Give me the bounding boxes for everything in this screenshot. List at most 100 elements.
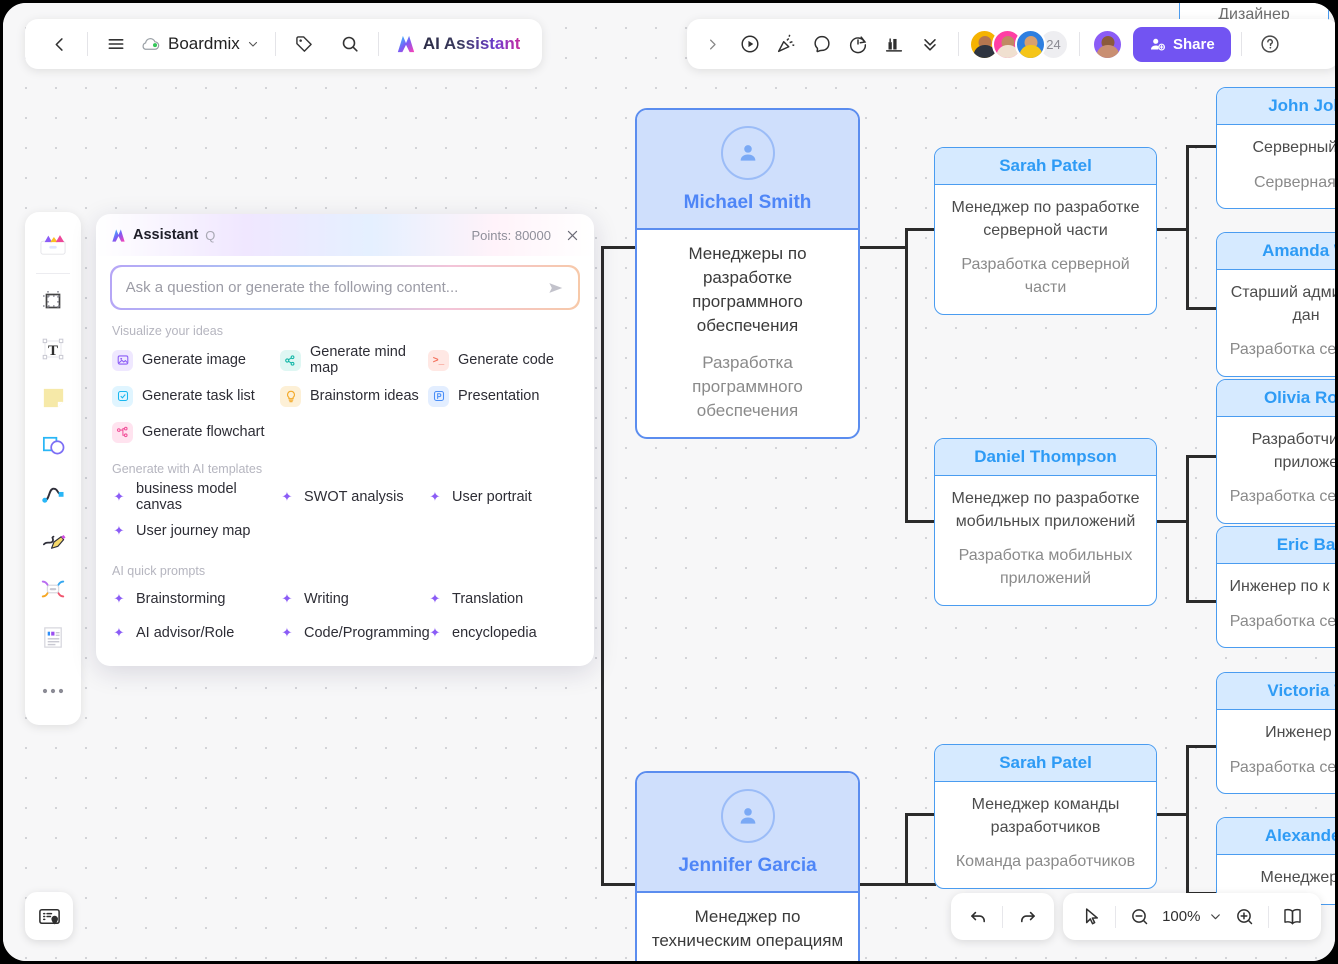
- question-circle-icon[interactable]: [1252, 26, 1288, 62]
- template-swot-analysis[interactable]: ✦ SWOT analysis: [280, 480, 428, 514]
- cursor-pointer-icon[interactable]: [1073, 898, 1110, 936]
- org-node-sarah-patel-dev[interactable]: Sarah Patel Менеджер команды разработчик…: [934, 744, 1157, 890]
- org-node-dept: Разработка се части: [1229, 758, 1337, 776]
- divider: [274, 32, 276, 56]
- hamburger-menu-icon[interactable]: [98, 26, 134, 62]
- prompt-writing[interactable]: ✦ Writing: [280, 582, 428, 616]
- sidebar-item-sticky-note[interactable]: [32, 375, 74, 419]
- avatar[interactable]: [1015, 28, 1046, 60]
- share-button[interactable]: Share: [1133, 26, 1231, 62]
- search-icon[interactable]: [332, 26, 368, 62]
- divider: [1240, 32, 1242, 56]
- option-generate-image[interactable]: Generate image: [112, 342, 280, 378]
- present-button[interactable]: [732, 26, 768, 62]
- org-node-daniel-thompson[interactable]: Daniel Thompson Менеджер по разработке м…: [934, 438, 1157, 606]
- prompt-encyclopedia[interactable]: ✦ encyclopedia: [428, 616, 578, 650]
- connector-line: [1186, 745, 1218, 748]
- sidebar-item-shapes[interactable]: [32, 423, 74, 467]
- org-node-name: John Joh: [1217, 88, 1335, 125]
- org-node-name: Michael Smith: [683, 192, 812, 213]
- redo-arrow-icon[interactable]: [1008, 898, 1046, 936]
- org-node-michael-smith[interactable]: Michael Smith Менеджеры по разработке пр…: [635, 108, 860, 439]
- expand-toolbar-button[interactable]: [699, 26, 726, 62]
- org-node-amanda-w[interactable]: Amanda W Старший адми базы дан Разработк…: [1216, 232, 1335, 378]
- prompt-translation[interactable]: ✦ Translation: [428, 582, 578, 616]
- sidebar-item-connector[interactable]: [32, 471, 74, 515]
- chart-vote-icon[interactable]: [876, 26, 912, 62]
- org-node-name: Jennifer Garcia: [678, 855, 817, 876]
- minimap-location-icon[interactable]: [25, 892, 73, 940]
- sparkle-icon: ✦: [281, 625, 293, 640]
- option-generate-mind-map[interactable]: Generate mind map: [280, 342, 428, 378]
- sidebar-item-pen[interactable]: [32, 519, 74, 563]
- option-generate-flowchart[interactable]: Generate flowchart: [112, 414, 280, 450]
- sparkle-icon: ✦: [281, 489, 293, 504]
- org-node-role: Менеджер команды разработчиков: [971, 796, 1120, 836]
- option-presentation[interactable]: Presentation: [428, 378, 578, 414]
- org-node-john-johnson[interactable]: John Joh Серверный ра Серверная ра: [1216, 87, 1335, 210]
- ai-prompt-input-wrapper: [110, 265, 580, 310]
- zoom-level-label[interactable]: 100%: [1158, 908, 1204, 925]
- section-title-visualize: Visualize your ideas: [112, 324, 223, 338]
- flowchart-icon: [112, 421, 133, 443]
- org-node-eric-ba[interactable]: Eric Ba Инженер по к качест Разработка с…: [1216, 526, 1335, 649]
- sidebar-item-more[interactable]: [32, 669, 74, 713]
- sparkle-icon: ✦: [429, 625, 441, 640]
- current-user-avatar[interactable]: [1092, 28, 1123, 60]
- org-node-jennifer-garcia[interactable]: Jennifer Garcia Менеджер по техническим …: [635, 771, 860, 961]
- template-user-journey-map[interactable]: ✦ User journey map: [112, 514, 280, 548]
- timer-icon[interactable]: [840, 26, 876, 62]
- board-title-button[interactable]: Boardmix: [134, 26, 265, 62]
- sidebar-item-frame[interactable]: [32, 279, 74, 323]
- cloud-saved-icon: [140, 36, 161, 52]
- org-node-alexander[interactable]: Alexander Менеджер р: [1216, 817, 1338, 905]
- prompt-code-programming[interactable]: ✦ Code/Programming: [280, 616, 430, 650]
- org-node-role: Инженер Д: [1265, 724, 1335, 741]
- person-avatar-icon: [720, 789, 775, 843]
- collaborator-avatars[interactable]: 24: [969, 28, 1069, 60]
- org-node-body: Менеджер команды разработчиков Команда р…: [935, 782, 1156, 888]
- divider: [377, 32, 379, 56]
- prompt-brainstorming[interactable]: ✦ Brainstorming: [112, 582, 280, 616]
- comment-bubble-icon[interactable]: [804, 26, 840, 62]
- connector-line: [1155, 520, 1189, 523]
- double-chevron-down-icon[interactable]: [912, 26, 948, 62]
- divider: [87, 32, 88, 56]
- zoom-in-icon[interactable]: [1226, 898, 1263, 936]
- prompt-ai-advisor-role[interactable]: ✦ AI advisor/Role: [112, 616, 280, 650]
- option-label: Writing: [304, 591, 349, 607]
- ai-panel-footer-space: [96, 654, 594, 666]
- org-node-body: Менеджеры по разработке программного обе…: [637, 230, 858, 437]
- pages-book-icon[interactable]: [1274, 898, 1311, 936]
- option-brainstorm-ideas[interactable]: Brainstorm ideas: [280, 378, 428, 414]
- ai-assistant-button[interactable]: AI Assistant: [389, 26, 527, 62]
- org-node-name: Daniel Thompson: [935, 439, 1156, 476]
- ai-prompt-input[interactable]: [125, 279, 541, 296]
- org-node-role: Менеджер р: [1260, 869, 1338, 886]
- org-node-role: Разработчик м приложе: [1251, 431, 1338, 471]
- send-arrow-icon[interactable]: [540, 278, 566, 298]
- undo-arrow-icon[interactable]: [959, 898, 997, 936]
- back-button[interactable]: [41, 26, 77, 62]
- sidebar-item-templates[interactable]: [32, 222, 74, 266]
- close-x-icon[interactable]: [565, 228, 580, 243]
- zoom-out-icon[interactable]: [1121, 898, 1158, 936]
- option-generate-task-list[interactable]: Generate task list: [112, 378, 280, 414]
- sidebar-item-text[interactable]: T: [32, 327, 74, 371]
- org-node-dept: Разработка программного обеспечения: [692, 352, 803, 420]
- option-generate-code[interactable]: >_ Generate code: [428, 342, 578, 378]
- org-node-sarah-patel-backend[interactable]: Sarah Patel Менеджер по разработке серве…: [934, 147, 1157, 315]
- org-node-victoria-t[interactable]: Victoria T Инженер Д Разработка се части: [1216, 672, 1337, 795]
- option-label: AI advisor/Role: [136, 625, 235, 641]
- template-business-model-canvas[interactable]: ✦ business model canvas: [112, 480, 280, 514]
- tag-icon[interactable]: [286, 26, 322, 62]
- org-node-olivia-rob[interactable]: Olivia Rob Разработчик м приложе Разрабо…: [1216, 379, 1338, 525]
- connector-line: [1186, 145, 1189, 310]
- sidebar-item-document[interactable]: [32, 615, 74, 659]
- sidebar-item-mind-map[interactable]: [32, 567, 74, 611]
- template-user-portrait[interactable]: ✦ User portrait: [428, 480, 578, 514]
- ai-sparkle-icon: [110, 228, 127, 243]
- chevron-down-icon[interactable]: [1204, 898, 1225, 936]
- confetti-icon[interactable]: [768, 26, 804, 62]
- org-node-body: Менеджер по разработке серверной части Р…: [935, 185, 1156, 314]
